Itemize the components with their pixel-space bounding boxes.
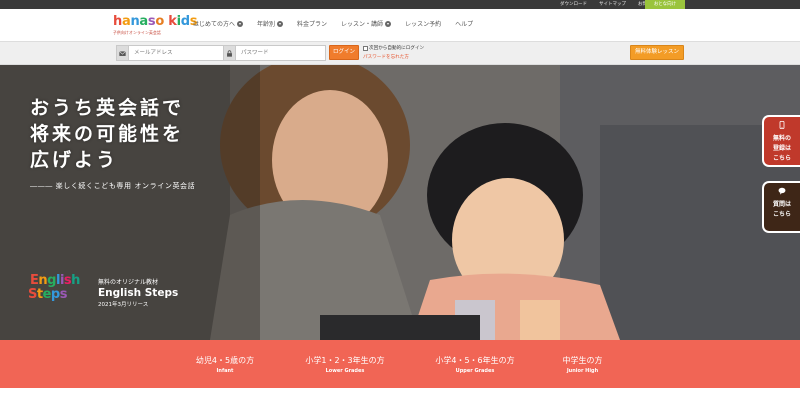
english-steps-title: English Steps bbox=[98, 287, 179, 299]
nav-item-first-time[interactable]: はじめての方へ ▾ bbox=[193, 19, 244, 28]
password-input-group bbox=[223, 45, 326, 61]
lock-icon bbox=[223, 45, 236, 61]
grade-label-jp: 小学4・5・6年生の方 bbox=[435, 356, 515, 365]
side-button-line: こちら bbox=[772, 155, 791, 162]
hero-banner: おうち英会話で 将来の可能性を 広げよう ――― 楽しく続くこども専用 オンライ… bbox=[0, 65, 800, 340]
english-steps-logo-letter: g bbox=[47, 273, 56, 288]
hero-headline-line-1: おうち英会話で bbox=[30, 97, 185, 119]
grade-lower[interactable]: 小学1・2・3年生の方 Lower Grades bbox=[290, 355, 400, 376]
grade-label-en: Lower Grades bbox=[325, 368, 365, 374]
nav-item-label: 料金プラン bbox=[297, 21, 328, 28]
english-steps-logo-letter: h bbox=[71, 273, 80, 288]
grade-label-jp: 中学生の方 bbox=[562, 356, 603, 365]
nav-item-pricing[interactable]: 料金プラン bbox=[297, 19, 327, 28]
english-steps-release: 2021年3月リリース bbox=[98, 302, 149, 308]
smartphone-icon bbox=[779, 121, 785, 129]
hero-tagline: ――― 楽しく続くこども専用 オンライン英会話 bbox=[30, 182, 196, 190]
email-input[interactable] bbox=[129, 45, 234, 61]
login-bar: ログイン 次回から自動的にログイン パスワードを忘れた方 無料体験レッスン bbox=[0, 41, 800, 65]
grade-upper[interactable]: 小学4・5・6年生の方 Upper Grades bbox=[420, 355, 530, 376]
email-input-group bbox=[116, 45, 234, 61]
grade-label-en: Infant bbox=[216, 368, 234, 374]
chevron-down-icon: ▾ bbox=[385, 20, 392, 27]
english-steps-logo-letter: n bbox=[38, 273, 48, 288]
questions-side-button[interactable]: 質問は こちら bbox=[764, 183, 800, 231]
english-steps-info: 無料のオリジナル教材 English Steps 2021年3月リリース bbox=[98, 277, 178, 308]
forgot-password-link[interactable]: パスワードを忘れた方 bbox=[363, 54, 409, 60]
download-link[interactable]: ダウンロード bbox=[560, 0, 587, 9]
free-register-side-button[interactable]: 無料の 登録は こちら bbox=[764, 117, 800, 165]
nav-item-label: 年齢別 bbox=[257, 21, 276, 28]
site-header: hanaso kids 子供向けオンライン英会話 はじめての方へ ▾ 年齢別 ▾ 料… bbox=[0, 9, 800, 41]
english-steps-logo-line-2: Steps bbox=[28, 288, 93, 302]
grade-infant[interactable]: 幼児4・5歳の方 Infant bbox=[180, 355, 270, 376]
site-logo[interactable]: hanaso kids 子供向けオンライン英会話 bbox=[113, 14, 198, 36]
english-steps-logo-letter: S bbox=[28, 287, 37, 302]
grade-label-en: Junior High bbox=[566, 368, 599, 374]
nav-item-help[interactable]: ヘルプ bbox=[455, 19, 473, 28]
grade-label-jp: 幼児4・5歳の方 bbox=[195, 356, 255, 365]
sitemap-link[interactable]: サイトマップ bbox=[599, 0, 626, 9]
remember-me-label: 次回から自動的にログイン bbox=[369, 46, 425, 51]
utility-links: ダウンロード サイトマップ お問合せ bbox=[560, 0, 656, 9]
nav-item-label: レッスン予約 bbox=[405, 21, 442, 28]
hero-headline-line-3: 広げよう bbox=[30, 149, 119, 171]
logo-letter: k bbox=[168, 14, 177, 29]
logo-letter: o bbox=[155, 14, 164, 29]
nav-item-lessons-teachers[interactable]: レッスン・講師 ▾ bbox=[341, 19, 392, 28]
english-steps-logo: English Steps bbox=[28, 274, 93, 310]
logo-wordmark: hanaso kids bbox=[113, 14, 198, 29]
utility-bar: ダウンロード サイトマップ お問合せ おとな向け bbox=[0, 0, 800, 9]
main-nav: はじめての方へ ▾ 年齢別 ▾ 料金プラン レッスン・講師 ▾ レッスン予約 ヘルプ bbox=[193, 19, 473, 28]
password-input[interactable] bbox=[236, 45, 326, 61]
free-trial-button[interactable]: 無料体験レッスン bbox=[630, 45, 684, 60]
adult-site-button[interactable]: おとな向け bbox=[645, 0, 685, 9]
english-steps-intro: 無料のオリジナル教材 bbox=[98, 279, 159, 286]
grade-label-en: Upper Grades bbox=[455, 368, 495, 374]
chevron-down-icon: ▾ bbox=[277, 20, 284, 27]
side-button-line: 無料の bbox=[772, 135, 791, 142]
english-steps-logo-letter: p bbox=[50, 287, 60, 302]
english-steps-logo-letter: e bbox=[42, 287, 52, 302]
page-bottom-area bbox=[0, 388, 800, 420]
english-steps-logo-line-1: English bbox=[30, 274, 93, 288]
nav-item-label: レッスン・講師 bbox=[341, 21, 384, 28]
grade-junior-high[interactable]: 中学生の方 Junior High bbox=[545, 355, 620, 376]
side-button-line: 質問は bbox=[772, 201, 791, 208]
english-steps-logo-letter: s bbox=[59, 287, 68, 302]
logo-letter: h bbox=[113, 14, 122, 29]
hero-text: おうち英会話で 将来の可能性を 広げよう ――― 楽しく続くこども専用 オンライ… bbox=[30, 95, 195, 191]
grade-label-jp: 小学1・2・3年生の方 bbox=[305, 356, 385, 365]
nav-item-label: ヘルプ bbox=[455, 21, 474, 28]
chat-bubble-icon bbox=[778, 187, 786, 195]
nav-item-label: はじめての方へ bbox=[193, 21, 236, 28]
side-button-line: 登録は bbox=[772, 145, 791, 152]
nav-item-lesson-booking[interactable]: レッスン予約 bbox=[405, 19, 441, 28]
side-button-line: こちら bbox=[772, 211, 791, 218]
grade-selector-band: 幼児4・5歳の方 Infant 小学1・2・3年生の方 Lower Grades… bbox=[0, 340, 800, 388]
logo-letter: a bbox=[139, 14, 148, 29]
mail-icon bbox=[116, 45, 129, 61]
chevron-down-icon: ▾ bbox=[237, 20, 244, 27]
nav-item-by-age[interactable]: 年齢別 ▾ bbox=[257, 19, 284, 28]
checkbox-icon bbox=[363, 45, 368, 51]
logo-letter: d bbox=[180, 14, 190, 29]
login-button[interactable]: ログイン bbox=[329, 45, 359, 60]
remember-me-checkbox[interactable]: 次回から自動的にログイン bbox=[363, 45, 424, 51]
logo-subtitle: 子供向けオンライン英会話 bbox=[113, 30, 161, 35]
hero-headline-line-2: 将来の可能性を bbox=[30, 123, 185, 145]
